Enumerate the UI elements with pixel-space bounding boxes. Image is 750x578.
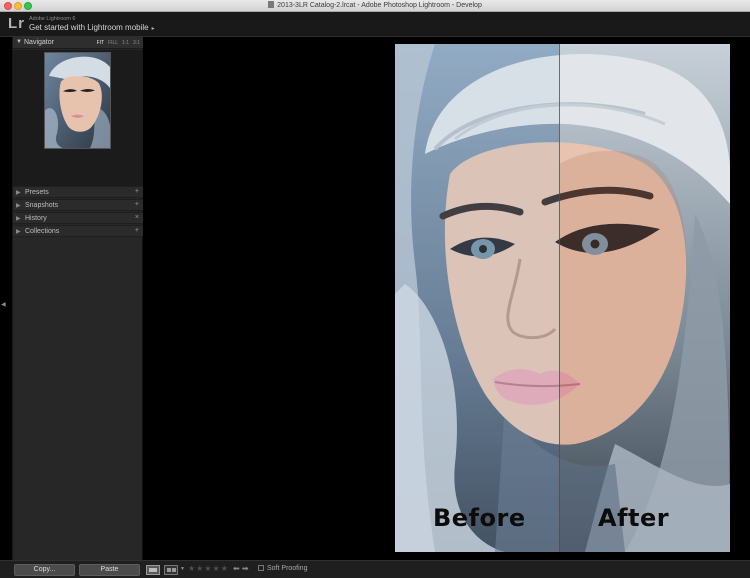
- panel-collections-label: Collections: [25, 228, 60, 235]
- clear-history-icon[interactable]: ×: [135, 214, 139, 221]
- rating-stars[interactable]: ★★★★★: [188, 564, 229, 573]
- navigator-title: Navigator: [24, 39, 54, 46]
- lightroom-mobile-label: Get started with Lightroom mobile: [29, 23, 149, 32]
- panel-collections[interactable]: ▶ Collections +: [13, 225, 143, 237]
- zoom-fit[interactable]: FIT: [97, 40, 105, 46]
- soft-proofing-checkbox[interactable]: [258, 565, 264, 571]
- triangle-down-icon: ▼: [16, 39, 22, 45]
- identity-plate: Lr Adobe Lightroom 6 Get started with Li…: [0, 12, 750, 36]
- previous-next-arrows-icon[interactable]: ⬅ ➡: [233, 564, 249, 573]
- window-titlebar: 2013-3LR Catalog-2.lrcat - Adobe Photosh…: [0, 0, 750, 12]
- view-mode-dropdown-icon[interactable]: ▼: [180, 566, 185, 572]
- loupe-view-icon: [149, 568, 157, 572]
- lightroom-mobile-link[interactable]: Get started with Lightroom mobile ▸: [29, 23, 155, 32]
- portrait-thumbnail-image: [45, 53, 110, 148]
- navigator-zoom-options: FIT FILL 1:1 3:1: [93, 40, 140, 46]
- navigator-thumbnail[interactable]: [44, 52, 111, 149]
- after-label: After: [598, 504, 670, 532]
- soft-proofing-label: Soft Proofing: [267, 565, 308, 572]
- panel-snapshots[interactable]: ▶ Snapshots +: [13, 199, 143, 211]
- panel-history[interactable]: ▶ History ×: [13, 212, 143, 224]
- triangle-right-icon: ▶: [16, 203, 21, 209]
- copy-settings-button[interactable]: Copy...: [14, 564, 75, 576]
- document-icon: [268, 1, 275, 8]
- add-collection-icon[interactable]: +: [135, 227, 139, 234]
- loupe-view-button[interactable]: [146, 565, 160, 575]
- zoom-fill[interactable]: FILL: [108, 40, 118, 46]
- lightroom-logo: Lr: [8, 15, 25, 32]
- navigator-preview: [13, 50, 143, 186]
- triangle-left-icon[interactable]: ◀: [1, 301, 6, 308]
- before-after-left-icon: [167, 568, 171, 572]
- paste-settings-button[interactable]: Paste: [79, 564, 140, 576]
- triangle-right-icon: ▶: [16, 216, 21, 222]
- left-panel: ▼ Navigator FIT FILL 1:1 3:1 ▶ Presets +…: [12, 37, 143, 560]
- panel-presets[interactable]: ▶ Presets +: [13, 186, 143, 198]
- add-preset-icon[interactable]: +: [135, 188, 139, 195]
- caret-right-icon: ▸: [151, 26, 155, 32]
- panel-history-label: History: [25, 215, 47, 222]
- before-after-divider[interactable]: [559, 44, 560, 552]
- panel-presets-label: Presets: [25, 189, 49, 196]
- triangle-right-icon: ▶: [16, 229, 21, 235]
- zoom-3-1[interactable]: 3:1: [133, 40, 140, 46]
- lightroom-version: Adobe Lightroom 6: [29, 16, 76, 22]
- before-after-photo[interactable]: Before After: [395, 44, 730, 552]
- portrait-image: [395, 44, 730, 552]
- add-snapshot-icon[interactable]: +: [135, 201, 139, 208]
- bottom-toolbar: Copy... Paste ▼ ★★★★★ ⬅ ➡ Soft Proofing: [0, 560, 750, 578]
- develop-canvas[interactable]: Before After: [144, 37, 750, 560]
- triangle-right-icon: ▶: [16, 190, 21, 196]
- panel-snapshots-label: Snapshots: [25, 202, 59, 209]
- before-after-view-button[interactable]: [164, 565, 178, 575]
- window-title-text: 2013-3LR Catalog-2.lrcat - Adobe Photosh…: [277, 2, 482, 9]
- navigator-header[interactable]: ▼ Navigator FIT FILL 1:1 3:1: [13, 37, 143, 49]
- zoom-1-1[interactable]: 1:1: [122, 40, 129, 46]
- before-after-right-icon: [172, 568, 176, 572]
- soft-proofing-toggle[interactable]: Soft Proofing: [258, 565, 307, 572]
- before-label: Before: [433, 504, 526, 532]
- window-title: 2013-3LR Catalog-2.lrcat - Adobe Photosh…: [0, 1, 750, 9]
